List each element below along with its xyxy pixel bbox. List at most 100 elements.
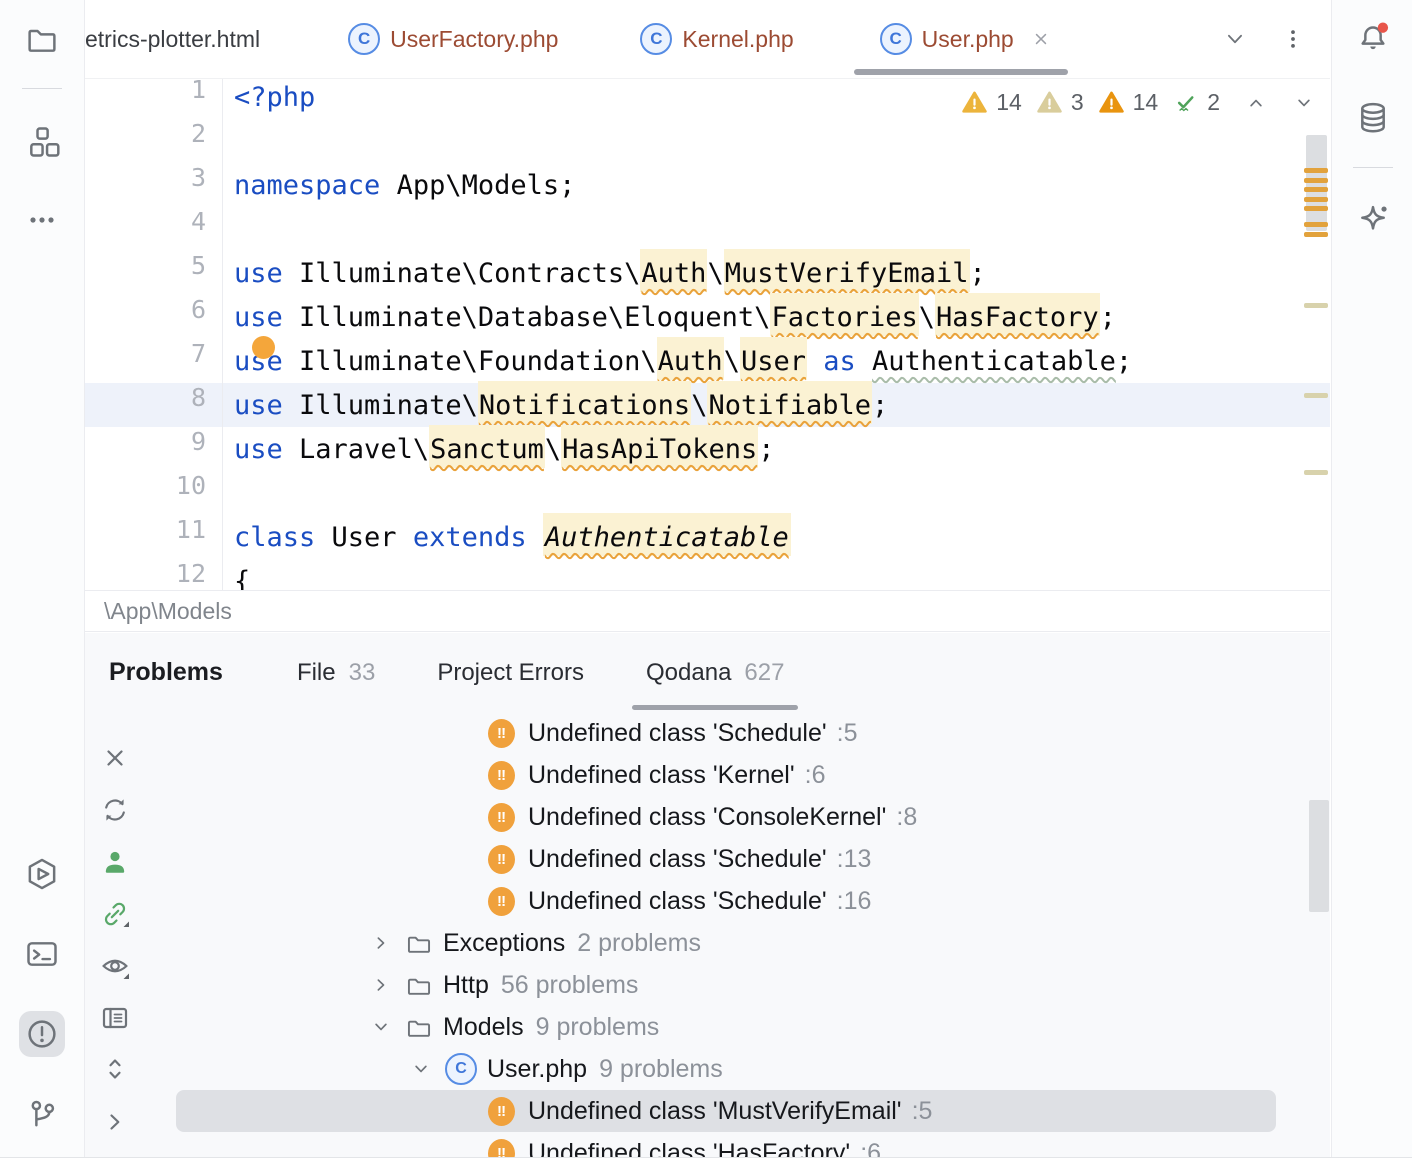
problems-row-Undefined class 'Schedule'[interactable]: ‼Undefined class 'Schedule':16 — [176, 880, 1276, 922]
problem-line-number: :5 — [912, 1097, 933, 1126]
chevron-down-icon[interactable] — [369, 1015, 393, 1039]
inspection-warning-yellow-triangle[interactable]: 14 — [961, 89, 1022, 116]
structure-icon[interactable] — [24, 124, 60, 160]
user-icon[interactable] — [99, 846, 131, 878]
next-problem-button[interactable] — [1292, 91, 1316, 115]
code-token: User — [315, 522, 413, 553]
problems-tab-Qodana[interactable]: Qodana627 — [646, 633, 784, 712]
chevron-right-icon[interactable] — [369, 973, 393, 997]
error-stripe-mark[interactable] — [1304, 393, 1328, 398]
link-icon[interactable] — [99, 898, 131, 930]
problem-line-number: :13 — [837, 845, 872, 874]
problems-row-Exceptions[interactable]: Exceptions2 problems — [176, 922, 1276, 964]
problems-row-Undefined class 'HasFactory'[interactable]: ‼Undefined class 'HasFactory':6 — [176, 1132, 1276, 1157]
code-line-4[interactable]: 4 — [85, 207, 1330, 251]
problems-row-User.php[interactable]: CUser.php9 problems — [176, 1048, 1276, 1090]
error-stripe-mark[interactable] — [1304, 206, 1328, 211]
code-line-11[interactable]: 11class User extends Authenticatable — [85, 515, 1330, 559]
code-token — [856, 346, 872, 377]
breadcrumb[interactable]: \App\Models — [85, 590, 1330, 632]
tab-label: etrics-plotter.html — [85, 26, 260, 53]
error-badge-icon: ‼ — [488, 761, 515, 790]
close-icon[interactable] — [99, 742, 131, 774]
eye-icon[interactable] — [99, 950, 131, 982]
tab-User.php[interactable]: CUser.php — [880, 0, 1052, 78]
code-line-3[interactable]: 3namespace App\Models; — [85, 163, 1330, 207]
error-badge-icon: ‼ — [488, 719, 515, 748]
problems-row-Undefined class 'MustVerifyEmail'[interactable]: ‼Undefined class 'MustVerifyEmail':5 — [176, 1090, 1276, 1132]
warning-pale-triangle-icon — [1036, 89, 1063, 116]
line-number: 1 — [85, 79, 223, 119]
problems-tab-File[interactable]: File33 — [297, 633, 375, 712]
terminal-icon[interactable] — [24, 936, 60, 972]
problems-row-Http[interactable]: Http56 problems — [176, 964, 1276, 1006]
problems-row-Undefined class 'Schedule'[interactable]: ‼Undefined class 'Schedule':5 — [176, 712, 1276, 754]
code-line-5[interactable]: 5use Illuminate\Contracts\Auth\MustVerif… — [85, 251, 1330, 295]
code-line-8[interactable]: 8use Illuminate\Notifications\Notifiable… — [85, 383, 1330, 427]
problems-tab-label: Qodana — [646, 659, 731, 687]
inspection-warning-orange-triangle[interactable]: 14 — [1098, 89, 1159, 116]
project-folder-icon[interactable] — [24, 22, 60, 58]
code-line-9[interactable]: 9use Laravel\Sanctum\HasApiTokens; — [85, 427, 1330, 471]
notifications-bell-icon[interactable] — [1355, 20, 1391, 56]
problems-tool-button[interactable] — [19, 1011, 65, 1057]
problems-scrollbar-thumb[interactable] — [1309, 800, 1329, 912]
database-icon[interactable] — [1355, 100, 1391, 136]
code-line-6[interactable]: 6use Illuminate\Database\Eloquent\Factor… — [85, 295, 1330, 339]
error-stripe-mark[interactable] — [1304, 222, 1328, 227]
chevron-down-icon[interactable] — [409, 1057, 433, 1081]
code-line-2[interactable]: 2 — [85, 119, 1330, 163]
code-text: namespace App\Models; — [223, 170, 575, 201]
code-line-12[interactable]: 12{ — [85, 559, 1330, 590]
tab-etrics-plotter.html[interactable]: etrics-plotter.html — [85, 0, 260, 78]
close-icon[interactable] — [1030, 28, 1052, 50]
problems-tab-Project Errors[interactable]: Project Errors — [437, 633, 584, 712]
breadcrumb-namespace[interactable]: \App\Models — [104, 598, 232, 625]
inspection-count: 2 — [1207, 89, 1220, 116]
tab-Kernel.php[interactable]: CKernel.php — [640, 0, 793, 78]
preview-layout-icon[interactable] — [99, 1002, 131, 1034]
problems-row-Models[interactable]: Models9 problems — [176, 1006, 1276, 1048]
error-stripe-mark[interactable] — [1304, 470, 1328, 475]
error-stripe-mark[interactable] — [1304, 197, 1328, 202]
window-bottom-edge — [0, 1157, 1412, 1162]
code-line-10[interactable]: 10 — [85, 471, 1330, 515]
line-number: 9 — [85, 427, 223, 471]
problems-row-Undefined class 'Schedule'[interactable]: ‼Undefined class 'Schedule':13 — [176, 838, 1276, 880]
problem-text: Undefined class 'HasFactory' — [528, 1139, 850, 1158]
problems-tab-count: 33 — [349, 659, 376, 687]
problem-count: 2 problems — [577, 929, 701, 958]
inspection-warning-pale-triangle[interactable]: 3 — [1036, 89, 1084, 116]
inspection-green-check[interactable]: 2 — [1172, 89, 1220, 116]
chevron-right-icon[interactable] — [99, 1106, 131, 1138]
code-text: use Illuminate\Contracts\Auth\MustVerify… — [223, 258, 986, 289]
unfold-icon[interactable] — [99, 1053, 131, 1085]
intention-bulb-icon[interactable] — [252, 336, 275, 359]
error-stripe-mark[interactable] — [1304, 178, 1328, 183]
ai-assistant-sparkle-icon[interactable] — [1355, 202, 1391, 238]
code-token: use — [234, 302, 283, 333]
refresh-icon[interactable] — [99, 794, 131, 826]
problems-row-Undefined class 'ConsoleKernel'[interactable]: ‼Undefined class 'ConsoleKernel':8 — [176, 796, 1276, 838]
services-run-icon[interactable] — [24, 856, 60, 892]
code-token: \ — [707, 258, 723, 289]
more-dots-icon[interactable] — [24, 202, 60, 238]
inspections-widget: 14 3 14 2 — [961, 89, 1316, 116]
prev-problem-button[interactable] — [1244, 91, 1268, 115]
problem-count: 56 problems — [501, 971, 639, 1000]
error-stripe-mark[interactable] — [1304, 168, 1328, 173]
tab-UserFactory.php[interactable]: CUserFactory.php — [348, 0, 558, 78]
git-branch-icon[interactable] — [24, 1096, 60, 1132]
error-stripe-mark[interactable] — [1304, 303, 1328, 308]
kebab-menu-icon[interactable] — [1280, 26, 1306, 52]
code-editor[interactable]: 1<?php23namespace App\Models;45use Illum… — [85, 79, 1330, 590]
code-token: extends — [413, 522, 527, 553]
problems-row-Undefined class 'Kernel'[interactable]: ‼Undefined class 'Kernel':6 — [176, 754, 1276, 796]
code-token: Illuminate\Database\Eloquent\ — [283, 302, 771, 333]
php-class-icon: C — [348, 23, 380, 55]
editor-scrollbar-thumb[interactable] — [1306, 135, 1327, 231]
error-stripe-mark[interactable] — [1304, 187, 1328, 192]
chevron-down-icon[interactable] — [1222, 26, 1248, 52]
error-stripe-mark[interactable] — [1304, 232, 1328, 237]
chevron-right-icon[interactable] — [369, 931, 393, 955]
